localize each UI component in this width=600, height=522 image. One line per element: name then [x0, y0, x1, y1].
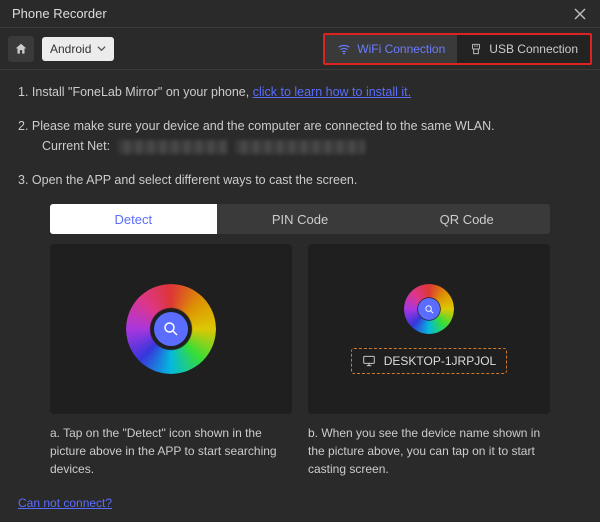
install-link[interactable]: click to learn how to install it.	[253, 85, 411, 99]
home-button[interactable]	[8, 36, 34, 62]
main-body: 1. Install "FoneLab Mirror" on your phon…	[0, 70, 600, 486]
device-card: DESKTOP-1JRPJOL	[308, 244, 550, 414]
step-2: 2. Please make sure your device and the …	[18, 116, 582, 156]
wifi-icon	[337, 42, 351, 56]
chevron-down-icon	[97, 44, 106, 53]
device-name: DESKTOP-1JRPJOL	[384, 354, 496, 368]
device-color-ring	[404, 284, 454, 334]
caption-a: a. Tap on the "Detect" icon shown in the…	[50, 424, 292, 478]
tab-detect[interactable]: Detect	[50, 204, 217, 234]
connection-mode-group: WiFi Connection USB Connection	[323, 33, 592, 65]
step-1: 1. Install "FoneLab Mirror" on your phon…	[18, 82, 582, 102]
device-box[interactable]: DESKTOP-1JRPJOL	[351, 348, 507, 374]
network-name-redacted	[235, 140, 365, 154]
wifi-label: WiFi Connection	[357, 42, 445, 56]
detect-color-ring	[126, 284, 216, 374]
usb-label: USB Connection	[489, 42, 578, 56]
step-2-text: 2. Please make sure your device and the …	[18, 116, 582, 136]
current-net-label: Current Net:	[42, 139, 110, 153]
caption-b: b. When you see the device name shown in…	[308, 424, 550, 478]
cast-tabs: Detect PIN Code QR Code	[50, 204, 550, 234]
tab-qr-code[interactable]: QR Code	[383, 204, 550, 234]
platform-selected: Android	[50, 42, 91, 56]
network-name-redacted	[118, 140, 228, 154]
captions-row: a. Tap on the "Detect" icon shown in the…	[50, 424, 550, 478]
home-icon	[14, 42, 28, 56]
close-icon[interactable]	[568, 2, 592, 26]
toolbar: Android WiFi Connection USB Connection	[0, 28, 600, 70]
step-3-text: 3. Open the APP and select different way…	[18, 173, 357, 187]
step-1-text: 1. Install "FoneLab Mirror" on your phon…	[18, 85, 253, 99]
usb-icon	[469, 42, 483, 56]
tab-pin-code[interactable]: PIN Code	[217, 204, 384, 234]
search-icon	[162, 320, 180, 338]
cannot-connect-link[interactable]: Can not connect?	[18, 496, 112, 510]
search-icon	[424, 304, 435, 315]
usb-connection-button[interactable]: USB Connection	[457, 35, 590, 63]
titlebar: Phone Recorder	[0, 0, 600, 28]
step-3: 3. Open the APP and select different way…	[18, 170, 582, 190]
detect-card	[50, 244, 292, 414]
monitor-icon	[362, 354, 376, 368]
window-title: Phone Recorder	[12, 6, 568, 21]
cards-row: DESKTOP-1JRPJOL	[50, 244, 550, 414]
wifi-connection-button[interactable]: WiFi Connection	[325, 35, 457, 63]
platform-dropdown[interactable]: Android	[42, 37, 114, 61]
